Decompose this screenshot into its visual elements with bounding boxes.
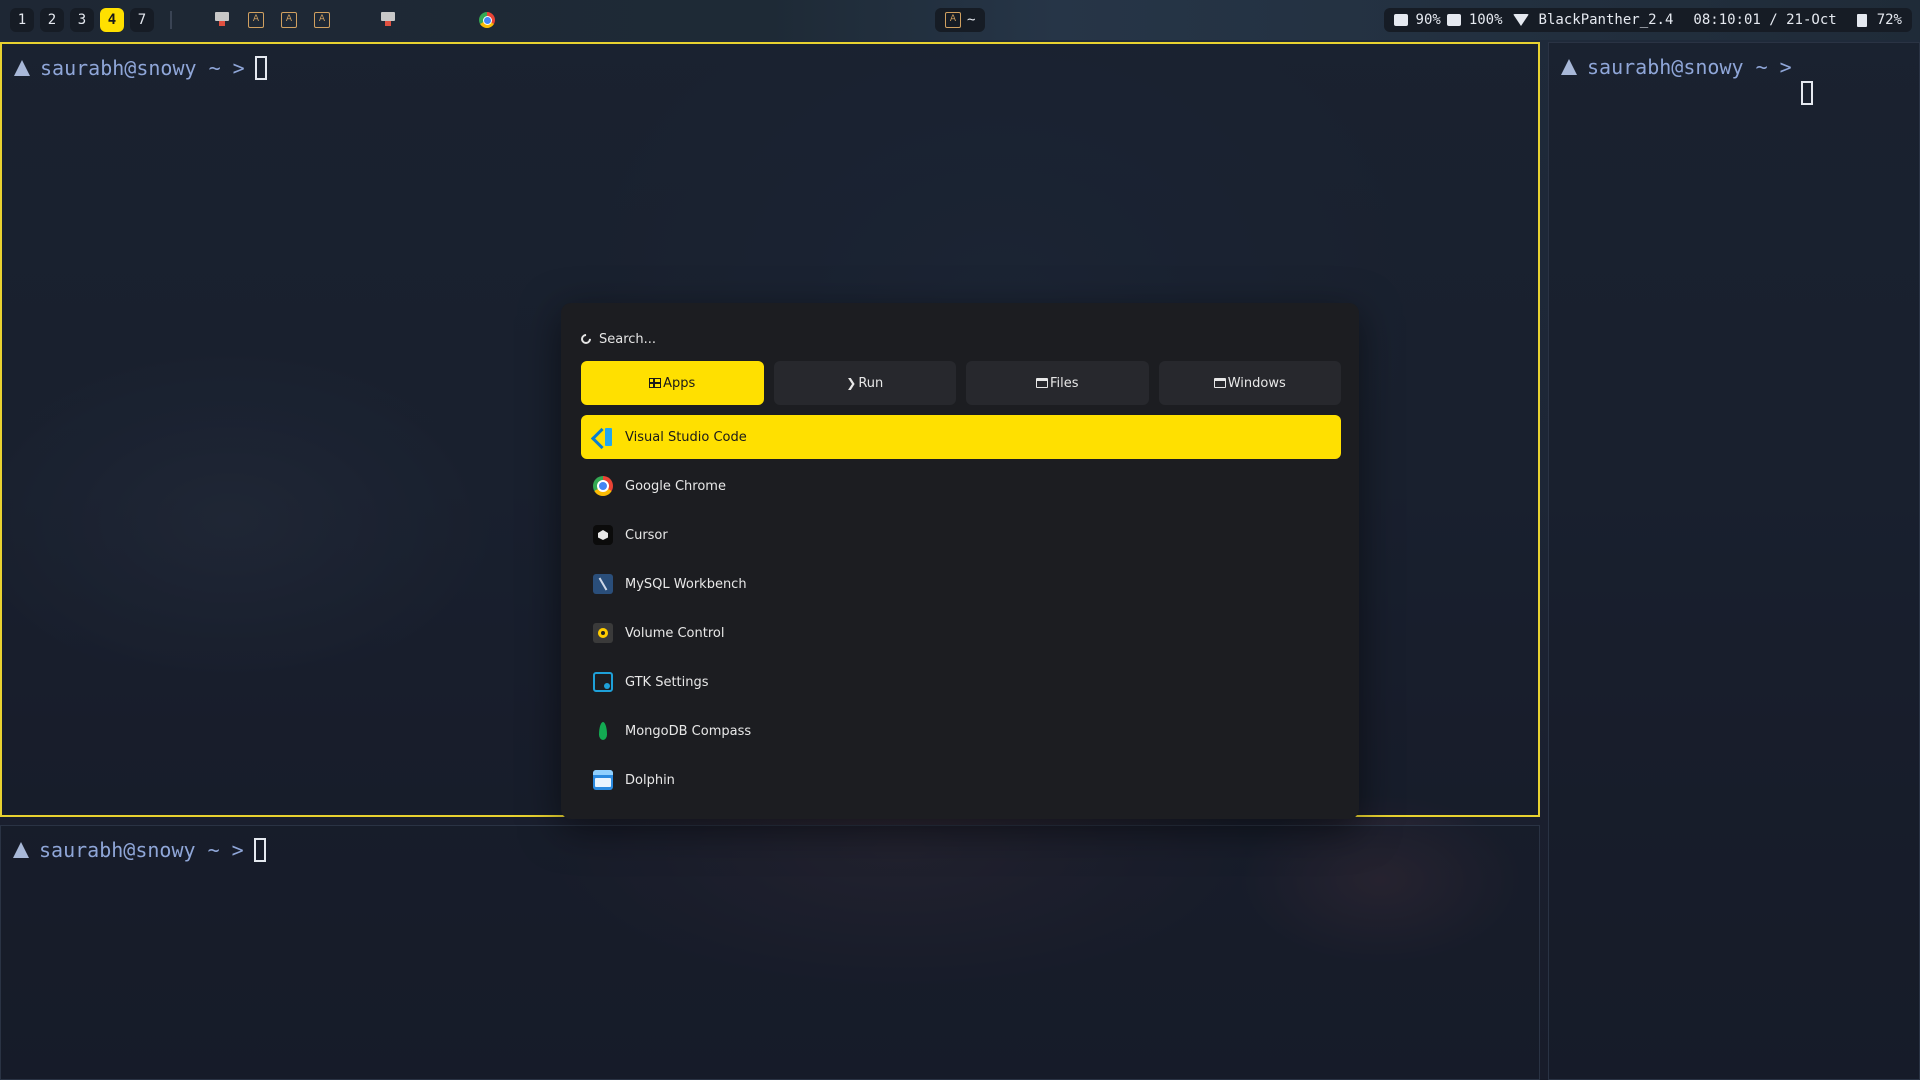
tab-label: Apps bbox=[663, 375, 696, 391]
tab-run[interactable]: ❯ Run bbox=[773, 361, 956, 405]
text-cursor bbox=[253, 838, 266, 862]
taskbar-monitor-app-icon[interactable] bbox=[380, 12, 396, 28]
app-launcher: Apps ❯ Run Files Windows Visual Studio C… bbox=[561, 303, 1359, 819]
terminal-prompt: saurabh@snowy ~ > bbox=[13, 838, 266, 862]
workspace-1-button[interactable]: 1 bbox=[10, 8, 34, 32]
app-item-label: Google Chrome bbox=[625, 478, 726, 494]
tab-windows[interactable]: Windows bbox=[1158, 361, 1341, 405]
app-item-visual-studio-code[interactable]: Visual Studio Code bbox=[581, 415, 1341, 459]
terminal-prompt: saurabh@snowy ~ > bbox=[14, 56, 267, 80]
taskbar-monitor-app-icon[interactable] bbox=[214, 12, 230, 28]
search-input[interactable] bbox=[599, 331, 1341, 347]
brightness-value[interactable]: 90% bbox=[1416, 12, 1441, 28]
launcher-app-list: Visual Studio Code Google Chrome Cursor … bbox=[581, 415, 1341, 807]
taskbar-terminal-icon[interactable]: A bbox=[314, 12, 330, 28]
battery-value[interactable]: 72% bbox=[1877, 12, 1902, 28]
text-cursor bbox=[1801, 81, 1813, 105]
terminal-icon: A bbox=[945, 12, 961, 28]
prompt-text: saurabh@snowy ~ > bbox=[1587, 55, 1792, 79]
workspace-2-button[interactable]: 2 bbox=[40, 8, 64, 32]
app-item-dolphin[interactable]: Dolphin bbox=[581, 758, 1341, 802]
chevron-right-icon: ❯ bbox=[846, 376, 857, 390]
taskbar-terminal-icon[interactable]: A bbox=[281, 12, 297, 28]
status-tray: 90% 100% BlackPanther_2.4 08:10:01 / 21-… bbox=[1383, 8, 1912, 32]
app-item-label: Visual Studio Code bbox=[625, 429, 747, 445]
arch-linux-icon bbox=[14, 60, 30, 76]
clock[interactable]: 08:10:01 / 21-Oct bbox=[1693, 12, 1836, 28]
top-bar: 1 2 3 4 7 A A A A ~ 90% 100% BlackPanthe… bbox=[0, 0, 1920, 40]
prompt-text: saurabh@snowy ~ > bbox=[39, 838, 244, 862]
app-item-label: MongoDB Compass bbox=[625, 723, 752, 739]
taskbar-terminal-icon[interactable]: A bbox=[248, 12, 264, 28]
terminal-prompt: saurabh@snowy ~ > bbox=[1561, 55, 1792, 79]
taskbar-chrome-icon[interactable] bbox=[479, 12, 495, 28]
volume-control-icon bbox=[593, 623, 613, 643]
mongodb-compass-icon bbox=[593, 721, 613, 741]
arch-linux-icon bbox=[13, 842, 29, 858]
battery-icon bbox=[1856, 13, 1867, 27]
app-item-label: MySQL Workbench bbox=[625, 576, 747, 592]
app-item-label: Cursor bbox=[625, 527, 668, 543]
workspace-divider bbox=[170, 11, 172, 29]
app-item-google-chrome[interactable]: Google Chrome bbox=[581, 464, 1341, 508]
window-icon bbox=[1213, 378, 1226, 388]
mysql-workbench-icon bbox=[593, 574, 613, 594]
tab-label: Run bbox=[858, 375, 884, 391]
cursor-icon bbox=[593, 525, 613, 545]
terminal-window-right[interactable]: saurabh@snowy ~ > bbox=[1548, 42, 1920, 1080]
chrome-icon bbox=[593, 476, 613, 496]
volume-value[interactable]: 100% bbox=[1469, 12, 1503, 28]
text-cursor bbox=[254, 56, 267, 80]
tab-label: Windows bbox=[1227, 375, 1286, 391]
app-item-label: Dolphin bbox=[625, 772, 675, 788]
app-item-label: GTK Settings bbox=[625, 674, 709, 690]
app-item-cursor[interactable]: Cursor bbox=[581, 513, 1341, 557]
workspace-4-button[interactable]: 4 bbox=[100, 8, 124, 32]
wifi-network-name[interactable]: BlackPanther_2.4 bbox=[1539, 12, 1674, 28]
active-window-title: A ~ bbox=[935, 8, 986, 32]
tab-label: Files bbox=[1049, 375, 1079, 391]
gtk-settings-icon bbox=[593, 672, 613, 692]
terminal-window-bottom[interactable]: saurabh@snowy ~ > bbox=[0, 825, 1540, 1080]
workspace-3-button[interactable]: 3 bbox=[70, 8, 94, 32]
app-item-volume-control[interactable]: Volume Control bbox=[581, 611, 1341, 655]
workspace-7-button[interactable]: 7 bbox=[130, 8, 154, 32]
tab-files[interactable]: Files bbox=[966, 361, 1149, 405]
wifi-icon bbox=[1512, 14, 1529, 26]
tab-apps[interactable]: Apps bbox=[581, 361, 764, 405]
launcher-mode-tabs: Apps ❯ Run Files Windows bbox=[581, 361, 1341, 405]
app-item-mysql-workbench[interactable]: MySQL Workbench bbox=[581, 562, 1341, 606]
prompt-text: saurabh@snowy ~ > bbox=[40, 56, 245, 80]
arch-linux-icon bbox=[1561, 59, 1577, 75]
grid-icon bbox=[649, 378, 662, 388]
workspace-switcher: 1 2 3 4 7 bbox=[10, 8, 172, 32]
volume-icon bbox=[1446, 14, 1461, 26]
vscode-icon bbox=[593, 427, 613, 447]
launcher-search-bar bbox=[578, 323, 1341, 355]
app-item-mongodb-compass[interactable]: MongoDB Compass bbox=[581, 709, 1341, 753]
search-icon bbox=[578, 331, 594, 347]
active-window-title-text: ~ bbox=[967, 12, 976, 28]
app-item-label: Volume Control bbox=[625, 625, 725, 641]
app-item-gtk-settings[interactable]: GTK Settings bbox=[581, 660, 1341, 704]
dolphin-icon bbox=[593, 770, 613, 790]
folder-icon bbox=[1035, 378, 1048, 388]
brightness-icon bbox=[1393, 14, 1408, 26]
